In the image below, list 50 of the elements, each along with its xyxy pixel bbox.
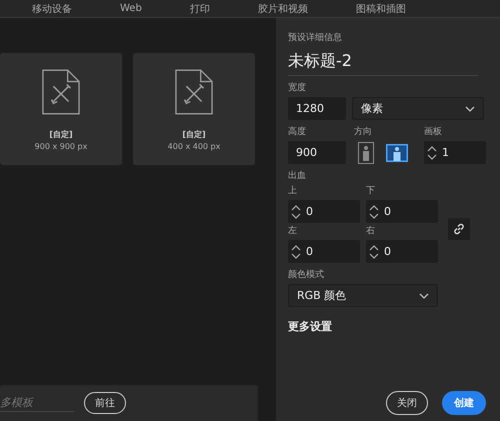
go-button[interactable]: 前往 bbox=[84, 392, 126, 414]
field-label: 高度 bbox=[288, 126, 307, 138]
stepper-icon[interactable] bbox=[369, 204, 379, 220]
create-button[interactable]: 创建 bbox=[442, 391, 486, 415]
stepper-icon[interactable] bbox=[291, 244, 301, 260]
category-tab[interactable]: 胶片和视频 bbox=[258, 2, 308, 16]
field-label: 左 bbox=[288, 225, 298, 237]
field-label: 颜色模式 bbox=[288, 269, 324, 281]
category-tab[interactable]: 移动设备 bbox=[32, 2, 72, 16]
stepper-icon[interactable] bbox=[427, 144, 437, 160]
document-icon bbox=[175, 69, 213, 115]
field-label: 宽度 bbox=[288, 82, 306, 94]
bleed-field[interactable]: 0 bbox=[288, 200, 360, 223]
bleed-field[interactable]: 0 bbox=[366, 200, 438, 223]
height-field[interactable]: 900 bbox=[288, 141, 346, 164]
preset-name: [自定] bbox=[182, 129, 206, 140]
field-label: 上 bbox=[288, 185, 298, 197]
field-label: 画板 bbox=[424, 126, 443, 138]
more-settings-link[interactable]: 更多设置 bbox=[288, 319, 332, 334]
template-search-field[interactable]: 多模板 bbox=[0, 394, 74, 412]
stepper-icon[interactable] bbox=[369, 244, 379, 260]
category-tab[interactable]: 打印 bbox=[190, 2, 210, 16]
unit-dropdown[interactable]: 像素 bbox=[352, 97, 484, 120]
link-button[interactable] bbox=[448, 218, 470, 240]
close-button[interactable]: 关闭 bbox=[386, 391, 428, 415]
field-label: 下 bbox=[366, 185, 376, 197]
stepper-icon[interactable] bbox=[291, 204, 301, 220]
bleed-field[interactable]: 0 bbox=[288, 240, 360, 263]
document-icon bbox=[42, 69, 80, 115]
chevron-icon bbox=[419, 292, 429, 298]
field-label: 右 bbox=[366, 225, 376, 237]
field-label: 出血 bbox=[288, 170, 306, 182]
bleed-field[interactable]: 0 bbox=[366, 240, 438, 263]
chevron-icon bbox=[465, 106, 475, 112]
preset-card[interactable]: [自定] 400 x 400 px bbox=[133, 53, 255, 165]
preset-card[interactable]: [自定] 900 x 900 px bbox=[0, 53, 122, 165]
section-heading: 预设详细信息 bbox=[288, 32, 342, 44]
field-label: 方向 bbox=[354, 126, 373, 138]
color-mode-dropdown[interactable]: RGB 颜色 bbox=[288, 284, 438, 307]
portrait-icon[interactable] bbox=[358, 142, 374, 164]
artboards-field[interactable]: 1 bbox=[424, 141, 486, 164]
preset-name: [自定] bbox=[49, 129, 73, 140]
document-title-field[interactable]: 未标题-2 bbox=[288, 47, 478, 76]
preset-size: 400 x 400 px bbox=[168, 142, 220, 151]
landscape-icon[interactable] bbox=[386, 144, 408, 162]
link-icon bbox=[453, 223, 465, 235]
category-tab[interactable]: 图稿和插图 bbox=[356, 2, 406, 16]
category-tab[interactable]: Web bbox=[120, 3, 142, 14]
preset-size: 900 x 900 px bbox=[34, 142, 88, 151]
width-field[interactable]: 1280 bbox=[288, 97, 346, 120]
